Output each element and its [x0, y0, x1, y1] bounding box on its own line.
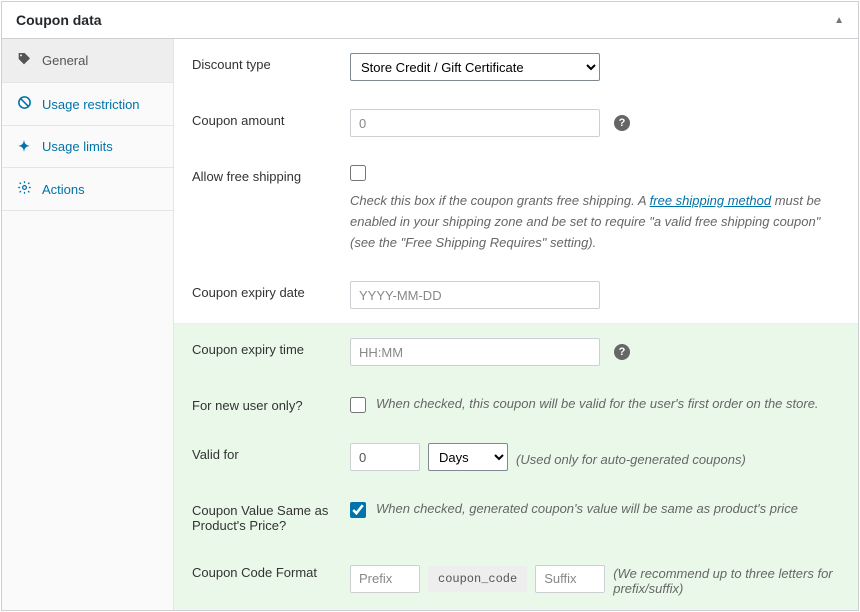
coupon-amount-input[interactable]: [350, 109, 600, 137]
new-user-hint: When checked, this coupon will be valid …: [376, 394, 819, 415]
tab-usage-restriction[interactable]: Usage restriction: [2, 83, 173, 126]
label-discount-type: Discount type: [192, 53, 332, 72]
code-format-hint: (We recommend up to three letters for pr…: [613, 561, 840, 596]
label-free-shipping: Allow free shipping: [192, 165, 332, 184]
tab-actions[interactable]: Actions: [2, 168, 173, 211]
gear-icon: [16, 180, 32, 198]
row-valid-for: Valid for Days (Used only for auto-gener…: [174, 429, 858, 485]
tab-label: Usage limits: [42, 139, 113, 154]
free-shipping-checkbox[interactable]: [350, 165, 366, 181]
row-coupon-amount: Coupon amount ?: [174, 95, 858, 151]
same-as-price-checkbox[interactable]: [350, 502, 366, 518]
plus-sparkle-icon: ✦: [16, 138, 32, 155]
discount-type-select[interactable]: Store Credit / Gift Certificate: [350, 53, 600, 81]
row-code-format: Coupon Code Format coupon_code (We recom…: [174, 547, 858, 610]
row-discount-type: Discount type Store Credit / Gift Certif…: [174, 39, 858, 95]
code-literal: coupon_code: [428, 566, 527, 592]
extended-options-section: Coupon expiry time ? For new user only? …: [174, 324, 858, 610]
label-expiry-time: Coupon expiry time: [192, 338, 332, 357]
tab-label: General: [42, 53, 88, 68]
expiry-time-input[interactable]: [350, 338, 600, 366]
panel-title: Coupon data: [16, 12, 102, 28]
label-valid-for: Valid for: [192, 443, 332, 462]
new-user-checkbox[interactable]: [350, 397, 366, 413]
row-new-user: For new user only? When checked, this co…: [174, 380, 858, 429]
tag-icon: [16, 51, 32, 70]
collapse-icon[interactable]: ▲: [834, 15, 844, 26]
tab-content-general: Discount type Store Credit / Gift Certif…: [174, 39, 858, 610]
label-same-as-price: Coupon Value Same as Product's Price?: [192, 499, 332, 533]
valid-for-unit-select[interactable]: Days: [428, 443, 508, 471]
label-coupon-amount: Coupon amount: [192, 109, 332, 128]
tab-usage-limits[interactable]: ✦ Usage limits: [2, 126, 173, 168]
label-code-format: Coupon Code Format: [192, 561, 332, 580]
row-expiry-time: Coupon expiry time ?: [174, 324, 858, 380]
panel-header[interactable]: Coupon data ▲: [2, 2, 858, 39]
help-icon[interactable]: ?: [614, 115, 630, 131]
tab-list: General Usage restriction ✦ Usage limits…: [2, 39, 174, 610]
tab-label: Usage restriction: [42, 97, 140, 112]
suffix-input[interactable]: [535, 565, 605, 593]
valid-for-hint: (Used only for auto-generated coupons): [516, 447, 746, 467]
row-same-as-price: Coupon Value Same as Product's Price? Wh…: [174, 485, 858, 547]
label-new-user: For new user only?: [192, 394, 332, 413]
free-shipping-method-link[interactable]: free shipping method: [650, 193, 771, 208]
same-as-price-hint: When checked, generated coupon's value w…: [376, 499, 798, 520]
help-icon[interactable]: ?: [614, 344, 630, 360]
label-expiry-date: Coupon expiry date: [192, 281, 332, 300]
ban-icon: [16, 95, 32, 113]
free-shipping-hint: Check this box if the coupon grants free…: [350, 191, 840, 253]
row-expiry-date: Coupon expiry date: [174, 267, 858, 324]
expiry-date-input[interactable]: [350, 281, 600, 309]
panel-body: General Usage restriction ✦ Usage limits…: [2, 39, 858, 610]
tab-label: Actions: [42, 182, 85, 197]
prefix-input[interactable]: [350, 565, 420, 593]
coupon-data-panel: Coupon data ▲ General Usage restriction …: [1, 1, 859, 611]
row-free-shipping: Allow free shipping Check this box if th…: [174, 151, 858, 267]
tab-general[interactable]: General: [2, 39, 173, 83]
valid-for-number-input[interactable]: [350, 443, 420, 471]
